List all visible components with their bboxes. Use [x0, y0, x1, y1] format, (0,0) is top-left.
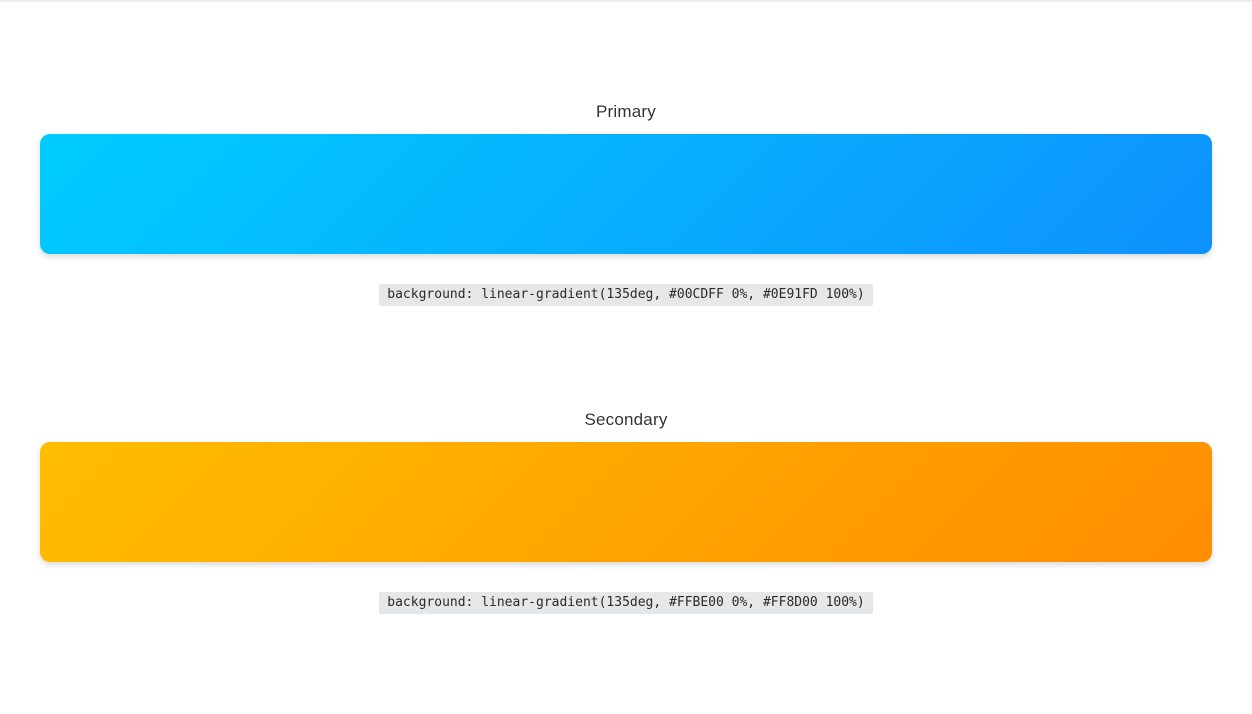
top-divider	[0, 0, 1252, 2]
code-container: background: linear-gradient(135deg, #FFB…	[40, 592, 1212, 614]
gradient-swatch	[40, 442, 1212, 562]
code-container: background: linear-gradient(135deg, #00C…	[40, 284, 1212, 306]
gradient-section-primary: Primary background: linear-gradient(135d…	[40, 100, 1212, 306]
gradient-css-code[interactable]: background: linear-gradient(135deg, #00C…	[379, 284, 873, 306]
gradient-css-code[interactable]: background: linear-gradient(135deg, #FFB…	[379, 592, 873, 614]
section-title: Primary	[596, 102, 656, 121]
gradient-section-secondary: Secondary background: linear-gradient(13…	[40, 408, 1212, 614]
gradient-swatch	[40, 134, 1212, 254]
section-title: Secondary	[584, 410, 668, 429]
